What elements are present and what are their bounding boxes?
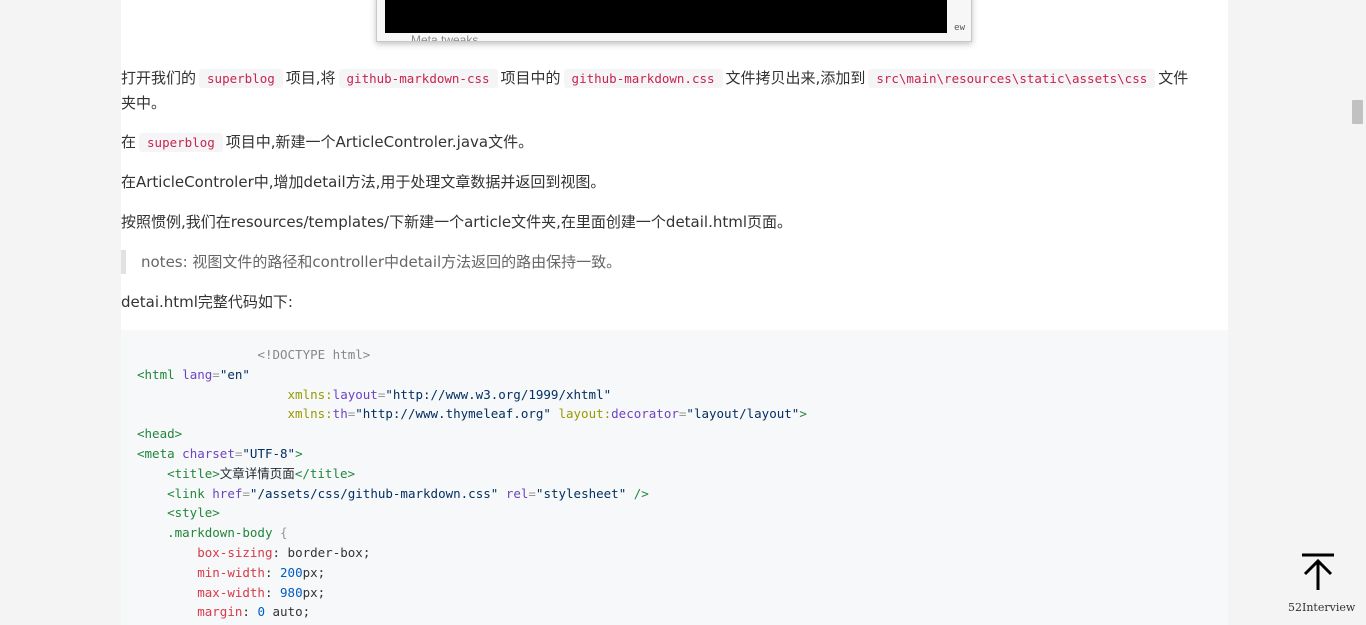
- code-block[interactable]: <!DOCTYPE html> <html lang="en" xmlns:la…: [121, 330, 1228, 625]
- inline-code: superblog: [199, 69, 283, 88]
- back-to-top-label: 52Interview: [1288, 601, 1356, 614]
- inline-code: github-markdown-css: [338, 69, 498, 88]
- screenshot-dark-area: [385, 0, 947, 33]
- blockquote-notes: notes: 视图文件的路径和controller中detail方法返回的路由保…: [121, 250, 1221, 274]
- back-to-top-button[interactable]: 52Interview: [1288, 552, 1355, 622]
- screenshot-cut-text: Meta tweaks: [411, 33, 479, 42]
- paragraph-detail-method: 在ArticleControler中,增加detail方法,用于处理文章数据并返…: [121, 173, 606, 191]
- scrollbar-thumb[interactable]: [1352, 100, 1363, 124]
- embedded-screenshot: ew Meta tweaks: [376, 0, 972, 42]
- article-content: ew Meta tweaks 打开我们的 superblog 项目,将 github-…: [121, 0, 1228, 625]
- screenshot-corner-text: ew: [954, 23, 965, 33]
- inline-code: github-markdown.css: [563, 69, 723, 88]
- inline-code: src\main\resources\static\assets\css: [868, 69, 1156, 88]
- paragraph-templates: 按照惯例,我们在resources/templates/下新建一个article…: [121, 213, 793, 231]
- paragraph-full-code: detai.html完整代码如下:: [121, 293, 293, 311]
- page-scrollbar[interactable]: [1349, 0, 1366, 625]
- arrow-up-icon: [1302, 553, 1334, 590]
- paragraph-copy-css: 打开我们的 superblog 项目,将 github-markdown-css 项目中…: [121, 69, 1189, 112]
- inline-code: superblog: [139, 133, 223, 152]
- paragraph-new-controller: 在 superblog 项目中,新建一个ArticleControler.java文…: [121, 133, 534, 152]
- code-content: <!DOCTYPE html> <html lang="en" xmlns:la…: [137, 347, 807, 620]
